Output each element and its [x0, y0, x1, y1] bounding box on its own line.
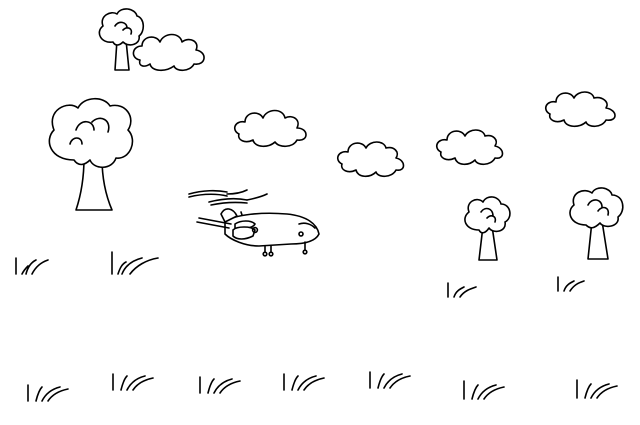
- grass-tuft-icon: [463, 380, 505, 400]
- tree-icon: [569, 187, 624, 260]
- grass-tuft-icon: [557, 276, 585, 292]
- cloud-icon: [336, 141, 405, 178]
- twin-rotor-helicopter-icon: [188, 189, 320, 257]
- grass-tuft-icon: [27, 384, 69, 402]
- grass-tuft-icon: [199, 376, 241, 394]
- scene-canvas: [15, 8, 624, 402]
- grass-tuft-icon: [447, 282, 477, 298]
- grass-tuft-icon: [576, 379, 618, 399]
- cloud-icon: [435, 129, 504, 166]
- grass-tuft-icon: [111, 251, 159, 275]
- cloud-icon: [233, 109, 307, 148]
- tree-icon: [464, 196, 511, 261]
- grass-tuft-icon: [15, 257, 49, 275]
- cloud-icon: [132, 33, 205, 72]
- grass-tuft-icon: [112, 373, 154, 391]
- grass-tuft-icon: [283, 373, 325, 391]
- cloud-icon: [544, 91, 616, 128]
- grass-tuft-icon: [369, 371, 411, 389]
- tree-icon: [48, 97, 134, 211]
- tree-icon: [98, 8, 145, 71]
- game-scene: [0, 0, 640, 425]
